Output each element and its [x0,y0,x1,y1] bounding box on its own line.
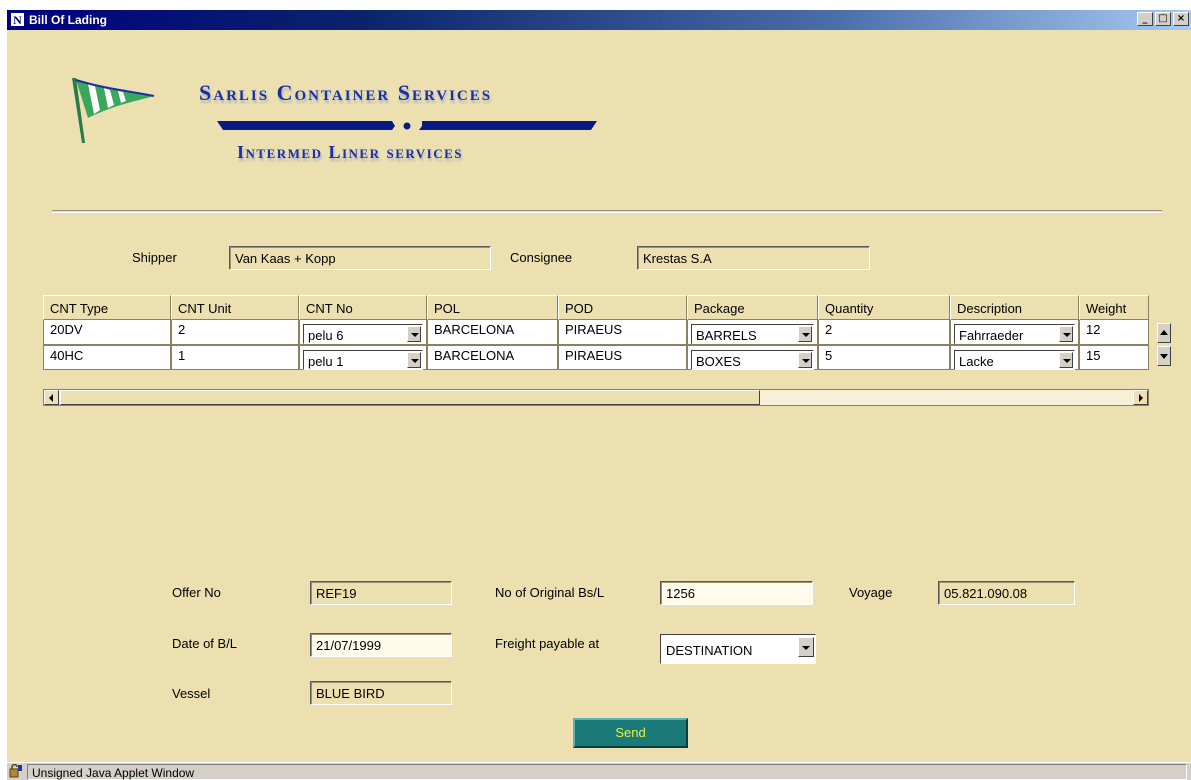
table-cell-package: BARRELS [687,320,818,345]
column-header-pol[interactable]: POL [427,295,558,320]
description-select-value: Lacke [959,354,994,369]
chevron-down-icon[interactable] [798,352,812,368]
cnt-no-select-value: pelu 1 [308,354,344,369]
column-header-pod[interactable]: POD [558,295,687,320]
chevron-down-icon[interactable] [407,326,421,342]
consignee-label: Consignee [510,250,573,265]
date-label: Date of B/L [172,636,238,651]
division-name: Intermed Liner services [237,142,464,162]
offer-no-label: Offer No [172,585,221,600]
vessel-label: Vessel [172,686,211,701]
package-select-value: BOXES [696,354,741,369]
cnt-no-select[interactable]: pelu 1 [303,350,423,370]
minimize-button[interactable]: _ [1137,12,1153,26]
offer-no-field[interactable]: REF19 [310,581,452,605]
column-header-cnt-no[interactable]: CNT No [299,295,427,320]
chevron-down-icon[interactable] [1059,352,1073,368]
scroll-down-icon[interactable] [1157,346,1171,366]
table-cell-cnt-no: pelu 1 [299,345,427,370]
header-divider [52,210,1162,213]
column-header-cnt-unit[interactable]: CNT Unit [171,295,299,320]
date-input[interactable]: 21/07/1999 [310,633,452,657]
shipper-label: Shipper [132,250,177,265]
title-bar[interactable]: N Bill Of Lading _ □ × [7,10,1191,30]
chevron-down-icon[interactable] [407,352,421,368]
originals-input[interactable]: 1256 [660,581,813,605]
chevron-down-icon[interactable] [1059,326,1073,342]
description-select[interactable]: Lacke [954,350,1075,370]
column-header-weight[interactable]: Weight [1079,295,1149,320]
scrollbar-thumb[interactable] [60,390,760,405]
column-header-cnt-type[interactable]: CNT Type [43,295,171,320]
cargo-table: CNT Type CNT Unit CNT No POL POD Package… [43,295,1149,411]
bill-of-lading-window: N Bill Of Lading _ □ × Sarlis Container … [5,8,1191,780]
scroll-right-icon[interactable] [1133,390,1148,405]
table-cell-weight[interactable]: 12 [1079,320,1149,345]
shipper-field[interactable]: Van Kaas + Kopp [229,246,491,270]
package-select[interactable]: BOXES [691,350,814,370]
scroll-left-icon[interactable] [44,390,59,405]
column-header-quantity[interactable]: Quantity [818,295,950,320]
table-cell-quantity[interactable]: 2 [818,320,950,345]
table-cell-description: Lacke [950,345,1079,370]
column-header-package[interactable]: Package [687,295,818,320]
table-cell-pod[interactable]: PIRAEUS [558,320,687,345]
description-select-value: Fahrraeder [959,328,1024,343]
window-controls: _ □ × [1137,12,1189,26]
table-cell-cnt-unit[interactable]: 2 [171,320,299,345]
horizontal-scrollbar[interactable] [43,389,1149,406]
brand-divider-icon [217,121,597,130]
netscape-icon: N [10,12,25,27]
status-bar: Unsigned Java Applet Window [7,762,1191,780]
table-cell-package: BOXES [687,345,818,370]
description-select[interactable]: Fahrraeder [954,324,1075,344]
vessel-field[interactable]: BLUE BIRD [310,681,452,705]
package-select-value: BARRELS [696,328,757,343]
chevron-down-icon[interactable] [798,637,814,657]
table-cell-cnt-type[interactable]: 40HC [43,345,171,370]
maximize-button[interactable]: □ [1155,12,1171,26]
freight-select-value: DESTINATION [666,643,753,658]
freight-label: Freight payable at [495,636,600,651]
table-cell-pol[interactable]: BARCELONA [427,345,558,370]
unsigned-applet-key-icon [9,764,22,778]
table-cell-weight[interactable]: 15 [1079,345,1149,370]
table-cell-cnt-type[interactable]: 20DV [43,320,171,345]
send-button[interactable]: Send [573,718,688,748]
voyage-field[interactable]: 05.821.090.08 [938,581,1075,605]
table-cell-pod[interactable]: PIRAEUS [558,345,687,370]
table-cell-quantity[interactable]: 5 [818,345,950,370]
table-cell-cnt-no: pelu 6 [299,320,427,345]
originals-label: No of Original Bs/L [495,585,605,600]
table-cell-description: Fahrraeder [950,320,1079,345]
company-name: Sarlis Container Services [199,80,493,105]
cnt-no-select-value: pelu 6 [308,328,344,343]
consignee-field[interactable]: Krestas S.A [637,246,870,270]
column-header-description[interactable]: Description [950,295,1079,320]
close-button[interactable]: × [1173,12,1189,26]
company-flag-logo-icon [72,78,155,143]
freight-select[interactable]: DESTINATION [660,634,816,664]
chevron-down-icon[interactable] [798,326,812,342]
cnt-no-select[interactable]: pelu 6 [303,324,423,344]
package-select[interactable]: BARRELS [691,324,814,344]
table-cell-pol[interactable]: BARCELONA [427,320,558,345]
voyage-label: Voyage [849,585,893,600]
scroll-up-icon[interactable] [1157,323,1171,343]
table-cell-cnt-unit[interactable]: 1 [171,345,299,370]
window-title: Bill Of Lading [29,13,107,27]
